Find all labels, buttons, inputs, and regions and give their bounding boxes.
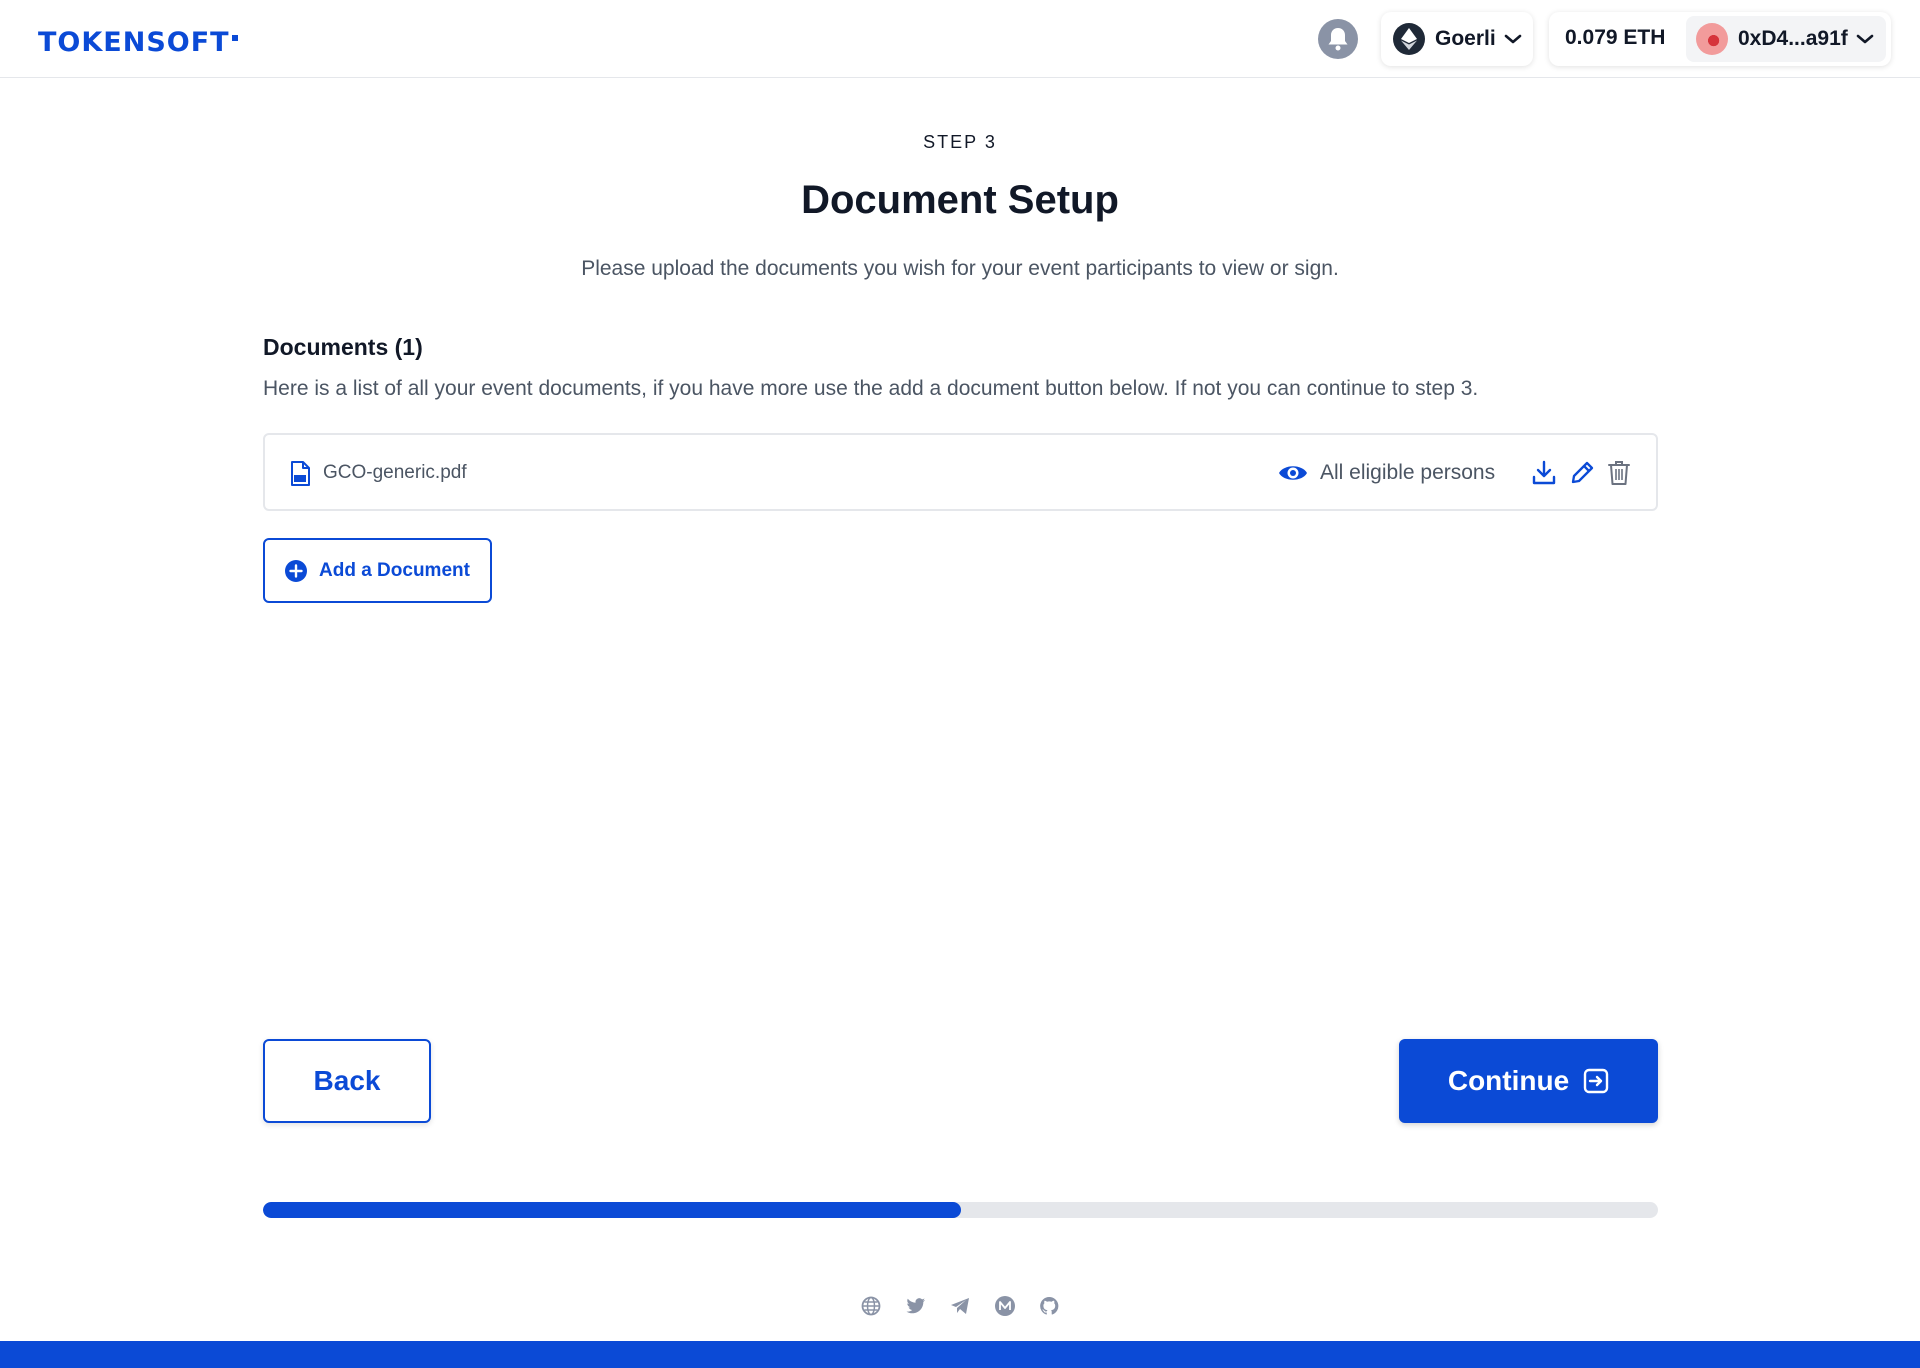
back-label: Back (313, 1065, 381, 1096)
pdf-file-icon (291, 461, 310, 486)
continue-button[interactable]: Continue (1399, 1039, 1658, 1123)
download-button[interactable] (1530, 459, 1558, 487)
back-button[interactable]: Back (263, 1039, 431, 1123)
avatar (1696, 23, 1728, 55)
document-visibility: All eligible persons (1320, 461, 1496, 484)
add-document-label: Add a Document (319, 559, 470, 581)
delete-button[interactable] (1605, 459, 1633, 487)
website-link[interactable] (860, 1295, 882, 1317)
ethereum-icon (1393, 23, 1425, 55)
chevron-down-icon (1856, 34, 1874, 44)
logo-text: TOKENSOFT (38, 27, 230, 58)
github-icon (1040, 1296, 1059, 1315)
eye-icon (1279, 466, 1307, 480)
edit-icon (1571, 461, 1594, 484)
footer-bar (0, 1341, 1920, 1368)
wallet-address: 0xD4...a91f (1738, 27, 1848, 50)
github-link[interactable] (1038, 1295, 1060, 1317)
page-title: Document Setup (801, 178, 1119, 222)
add-document-button[interactable]: Add a Document (263, 538, 492, 603)
medium-link[interactable] (994, 1295, 1016, 1317)
progress-bar (263, 1202, 1658, 1218)
network-name: Goerli (1435, 27, 1496, 50)
plus-circle-icon (285, 559, 307, 582)
edit-button[interactable] (1568, 459, 1596, 487)
tokensoft-logo[interactable]: TOKENSOFT (38, 27, 238, 58)
document-row: GCO-generic.pdf All eligible persons (263, 433, 1658, 511)
logo-dot (231, 35, 238, 41)
telegram-icon (951, 1298, 969, 1314)
globe-icon (861, 1296, 881, 1316)
document-name[interactable]: GCO-generic.pdf (323, 462, 467, 484)
trash-icon (1608, 461, 1630, 485)
page-subtitle: Please upload the documents you wish for… (581, 257, 1339, 280)
progress-fill (263, 1202, 961, 1218)
twitter-icon (906, 1298, 925, 1314)
documents-heading: Documents (1) (263, 334, 423, 360)
wallet-widget: 0.079 ETH 0xD4...a91f (1549, 12, 1891, 66)
telegram-link[interactable] (949, 1295, 971, 1317)
eth-balance: 0.079 ETH (1565, 26, 1666, 49)
step-label: STEP 3 (923, 132, 997, 152)
download-icon (1532, 460, 1556, 485)
arrow-right-box-icon (1583, 1068, 1609, 1094)
bell-icon (1328, 28, 1348, 51)
account-selector[interactable]: 0xD4...a91f (1686, 16, 1886, 62)
continue-label: Continue (1447, 1065, 1570, 1096)
medium-icon (994, 1296, 1015, 1316)
documents-description: Here is a list of all your event documen… (263, 377, 1479, 400)
top-header: TOKENSOFT Goerli 0.079 ETH 0xD4...a91f (0, 0, 1920, 78)
social-links (860, 1295, 1060, 1317)
notifications-button[interactable] (1318, 19, 1358, 59)
network-selector[interactable]: Goerli (1381, 12, 1533, 66)
chevron-down-icon (1504, 34, 1521, 44)
twitter-link[interactable] (905, 1295, 927, 1317)
